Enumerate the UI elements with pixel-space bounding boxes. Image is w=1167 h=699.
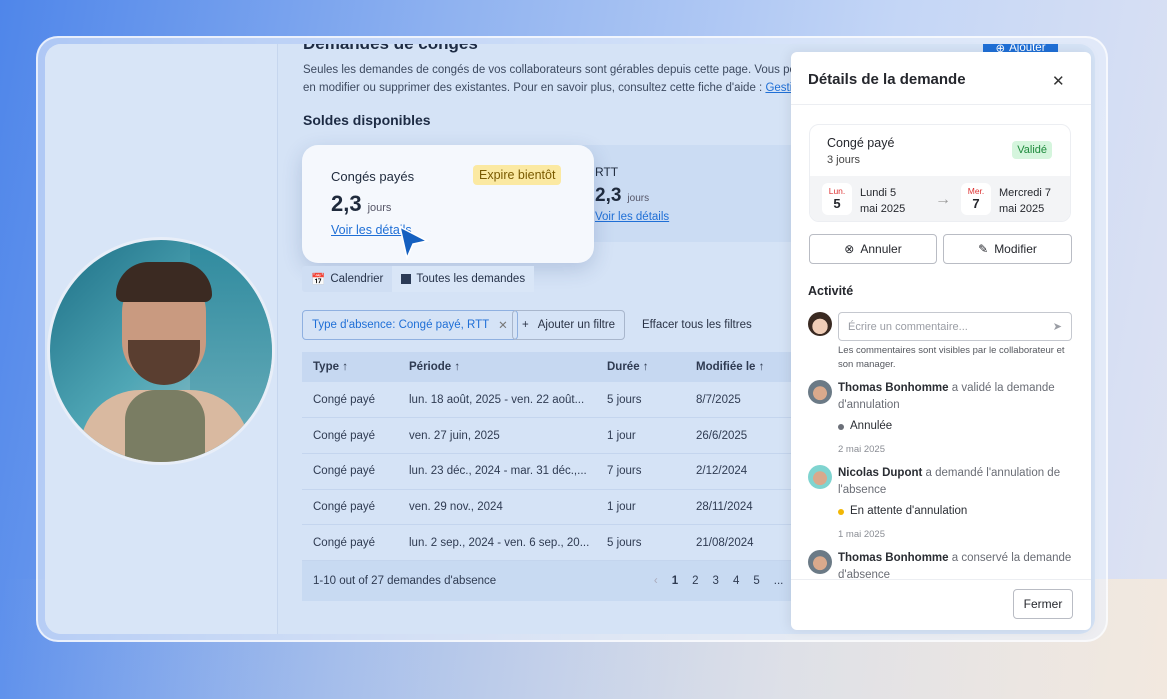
view-tabs: 📅 Calendrier Toutes les demandes	[302, 266, 535, 292]
page-title: Demandes de congés	[303, 44, 478, 54]
table-cell: 5 jours	[596, 524, 685, 561]
activity-status: Annulée	[838, 418, 1078, 435]
pagination-summary: 1-10 out of 27 demandes d'absence	[313, 575, 497, 587]
balance-card-rtt: RTT 2,3 jours Voir les détails	[575, 145, 815, 242]
expire-badge: Expire bientôt	[473, 165, 562, 185]
balance-card-conges-payes: Congés payés Expire bientôt 2,3 jours Voi…	[302, 145, 594, 263]
edit-request-button[interactable]: ✎ Modifier	[943, 234, 1072, 264]
table-cell: 7 jours	[596, 453, 685, 490]
balance-unit: jours	[367, 202, 392, 214]
drawer-title: Détails de la demande	[808, 71, 966, 88]
balances-heading: Soldes disponibles	[303, 112, 431, 128]
sort-periode[interactable]: Période ↑	[398, 352, 596, 382]
request-details-drawer: Détails de la demande ✕ Congé payé 3 jou…	[791, 52, 1091, 630]
table-cell: 1 jour	[596, 417, 685, 454]
balance-name: Congés payés	[331, 169, 415, 184]
arrow-right-icon: →	[935, 191, 951, 208]
balance-value: 2,3	[331, 191, 362, 216]
plus-icon: +	[522, 319, 529, 331]
table-cell: Congé payé	[302, 417, 398, 454]
activity-author: Thomas Bonhomme	[838, 552, 949, 564]
table-cell: 1 jour	[596, 489, 685, 526]
comment-input[interactable]: Écrire un commentaire... ➤	[838, 312, 1072, 341]
author-avatar	[808, 380, 832, 404]
rtt-details-link[interactable]: Voir les détails	[595, 211, 669, 223]
table-row[interactable]: Congé payé ven. 29 nov., 2024 1 jour 28/11/…	[302, 489, 842, 526]
table-cell: Congé payé	[302, 382, 398, 419]
balance-unit: jours	[627, 193, 650, 204]
page-button[interactable]: 1	[672, 575, 678, 587]
start-date-icon: Lun. 5	[822, 183, 852, 215]
sort-duree[interactable]: Durée ↑	[596, 352, 685, 382]
table-cell: ven. 27 juin, 2025	[398, 417, 596, 454]
activity-item: Thomas Bonhomme a validé la demande d'an…	[838, 380, 1078, 458]
mouse-cursor-icon	[398, 225, 430, 261]
main-content: Demandes de congés ⊕Ajouter Seules les d…	[280, 44, 1058, 634]
table-row[interactable]: Congé payé lun. 2 sep., 2024 - ven. 6 sep…	[302, 524, 842, 561]
close-drawer-button[interactable]: Fermer	[1013, 589, 1073, 619]
current-user-avatar	[808, 312, 832, 336]
clear-filters-button[interactable]: Effacer tous les filtres	[642, 319, 752, 331]
activity-heading: Activité	[808, 284, 854, 298]
table-cell: Congé payé	[302, 489, 398, 526]
list-icon	[401, 274, 412, 284]
table-row[interactable]: Congé payé lun. 18 août, 2025 - ven. 22 a…	[302, 382, 842, 419]
request-summary-card: Congé payé 3 jours Validé Lun. 5 Lundi 5m…	[809, 124, 1071, 222]
page-button[interactable]: ...	[774, 575, 784, 587]
start-date: Lundi 5 mai 2025	[860, 187, 906, 215]
page-intro: Seules les demandes de congés de vos col…	[303, 61, 813, 97]
send-icon[interactable]: ➤	[1053, 320, 1062, 333]
activity-date: 1 mai 2025	[838, 529, 886, 540]
status-dot-icon	[838, 508, 844, 515]
activity-date: 2 mai 2025	[838, 444, 886, 455]
author-avatar	[808, 550, 832, 574]
page-button[interactable]: 3	[713, 575, 719, 587]
close-icon[interactable]: ✕	[498, 318, 508, 332]
request-type: Congé payé	[827, 136, 895, 150]
table-cell: lun. 18 août, 2025 - ven. 22 août...	[398, 382, 596, 419]
table-cell: lun. 23 déc., 2024 - mar. 31 déc.,...	[398, 453, 596, 490]
author-avatar	[808, 465, 832, 489]
status-dot-icon	[838, 423, 844, 430]
tab-calendrier[interactable]: 📅 Calendrier	[302, 266, 392, 292]
table-row[interactable]: Congé payé ven. 27 juin, 2025 1 jour 26/6/2…	[302, 417, 842, 454]
page-button[interactable]: 4	[733, 575, 739, 587]
active-filter-chip[interactable]: Type d'absence: Congé payé, RTT ✕	[302, 310, 518, 340]
end-date: Mercredi 7 mai 2025	[999, 187, 1051, 215]
table-cell: Congé payé	[302, 524, 398, 561]
sort-type[interactable]: Type ↑	[302, 352, 398, 382]
request-duration: 3 jours	[827, 154, 861, 166]
status-badge: Validé	[1012, 141, 1052, 159]
cancel-circle-icon: ⊗	[844, 242, 855, 256]
table-cell: ven. 29 nov., 2024	[398, 489, 596, 526]
page-button[interactable]: 5	[753, 575, 759, 587]
close-icon[interactable]: ✕	[1052, 72, 1065, 90]
tab-toutes-les-demandes[interactable]: Toutes les demandes	[392, 266, 535, 292]
prev-page-icon[interactable]: ‹	[654, 575, 658, 587]
page-button[interactable]: 2	[692, 575, 698, 587]
table-cell: 5 jours	[596, 382, 685, 419]
activity-status: En attente d'annulation	[838, 503, 1078, 520]
end-date-icon: Mer. 7	[961, 183, 991, 215]
table-row[interactable]: Congé payé lun. 23 déc., 2024 - mar. 31 d…	[302, 453, 842, 490]
table-cell: lun. 2 sep., 2024 - ven. 6 sep., 20...	[398, 524, 596, 561]
pagination: 1-10 out of 27 demandes d'absence ‹ 1 2 3 4 5…	[302, 561, 842, 601]
balance-name: RTT	[595, 165, 619, 179]
webcam-video	[47, 237, 275, 465]
balance-value: 2,3	[595, 185, 622, 206]
activity-item: Nicolas Dupont a demandé l'annulation de…	[838, 465, 1078, 543]
requests-table: Type ↑ Période ↑ Durée ↑ Modifiée le ↑ C…	[302, 352, 842, 561]
table-cell: Congé payé	[302, 453, 398, 490]
activity-author: Nicolas Dupont	[838, 467, 923, 479]
cancel-request-button[interactable]: ⊗ Annuler	[809, 234, 937, 264]
add-filter-button[interactable]: + Ajouter un filtre	[512, 310, 626, 340]
activity-author: Thomas Bonhomme	[838, 382, 949, 394]
comment-hint: Les commentaires sont visibles par le co…	[838, 345, 1065, 370]
pencil-icon: ✎	[978, 242, 989, 256]
calendar-icon: 📅	[311, 274, 326, 286]
table-header: Type ↑ Période ↑ Durée ↑ Modifiée le ↑	[302, 352, 842, 382]
